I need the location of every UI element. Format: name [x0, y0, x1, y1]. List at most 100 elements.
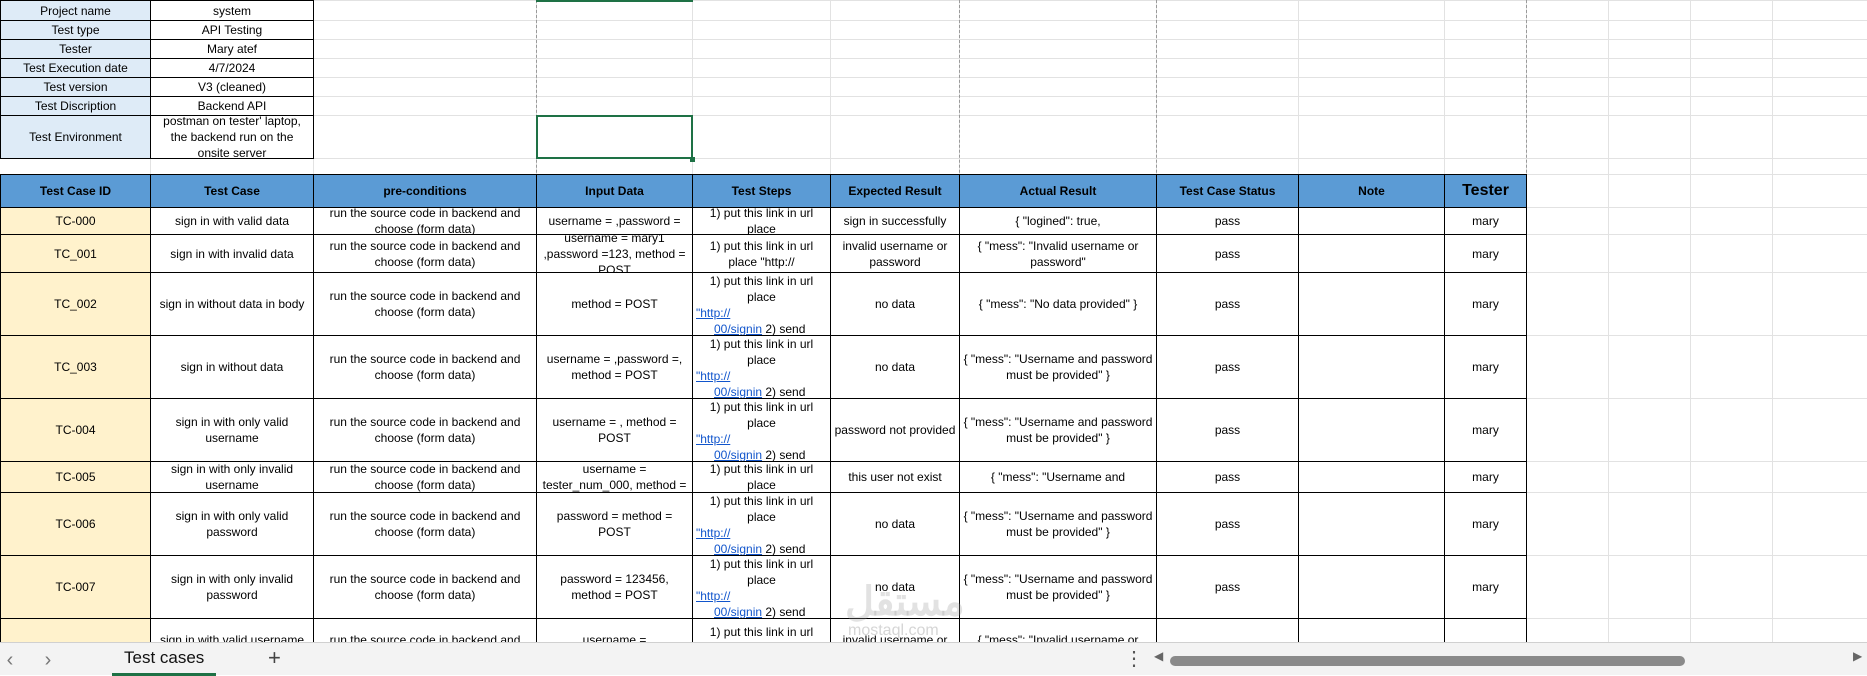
test-case-cell[interactable]: sign in with only valid username	[150, 398, 314, 462]
signin-link-end[interactable]: 00/signin	[714, 542, 762, 555]
note-cell[interactable]	[1298, 234, 1445, 273]
actual-result-cell[interactable]: { "mess": "Username and	[959, 461, 1157, 493]
test-case-id-cell[interactable]: TC-007	[0, 555, 151, 619]
header-test-case[interactable]: Test Case	[150, 174, 314, 208]
pre-conditions-cell[interactable]: run the source code in backend and choos…	[313, 461, 537, 493]
add-sheet-button[interactable]: +	[268, 645, 281, 671]
expected-result-cell[interactable]: no data	[830, 492, 960, 556]
test-case-cell[interactable]: sign in with only valid password	[150, 492, 314, 556]
expected-result-cell[interactable]: invalid username or password	[830, 234, 960, 273]
header-test-case-id[interactable]: Test Case ID	[0, 174, 151, 208]
note-cell[interactable]	[1298, 555, 1445, 619]
input-data-cell[interactable]: username = ,password =	[536, 207, 693, 235]
signin-link[interactable]: "http://	[696, 432, 730, 446]
test-case-id-cell[interactable]: TC_003	[0, 335, 151, 399]
test-steps-cell[interactable]: 1) put this link in url place	[692, 207, 831, 235]
test-case-cell[interactable]: sign in without data in body	[150, 272, 314, 336]
header-tester[interactable]: Tester	[1444, 174, 1527, 208]
expected-result-cell[interactable]: sign in successfully	[830, 207, 960, 235]
pre-conditions-cell[interactable]: run the source code in backend and choos…	[313, 272, 537, 336]
tester-cell[interactable]: mary	[1444, 492, 1527, 556]
status-cell[interactable]: pass	[1156, 555, 1299, 619]
signin-link[interactable]: "http://	[696, 306, 730, 320]
signin-link[interactable]: "http://	[696, 589, 730, 603]
test-case-cell[interactable]: sign in with only invalid password	[150, 555, 314, 619]
actual-result-cell[interactable]: { "logined": true,	[959, 207, 1157, 235]
test-case-cell[interactable]: sign in with invalid data	[150, 234, 314, 273]
input-data-cell[interactable]: username = mary1 ,password =123, method …	[536, 234, 693, 273]
note-cell[interactable]	[1298, 492, 1445, 556]
pre-conditions-cell[interactable]: run the source code in backend and choos…	[313, 398, 537, 462]
expected-result-cell[interactable]: password not provided	[830, 398, 960, 462]
note-cell[interactable]	[1298, 618, 1445, 642]
note-cell[interactable]	[1298, 398, 1445, 462]
status-cell[interactable]: pass	[1156, 492, 1299, 556]
test-steps-cell[interactable]: 1) put this link in url place "http://00/…	[692, 398, 831, 462]
status-cell[interactable]: pass	[1156, 335, 1299, 399]
input-data-cell[interactable]: password = method = POST	[536, 492, 693, 556]
test-steps-cell[interactable]: 1) put this link in url place "http://00/…	[692, 335, 831, 399]
signin-link-end[interactable]: 00/signin	[714, 322, 762, 335]
tester-cell[interactable]: mary	[1444, 555, 1527, 619]
actual-result-cell[interactable]: { "mess": "Invalid username or	[959, 618, 1157, 642]
actual-result-cell[interactable]: { "mess": "No data provided" }	[959, 272, 1157, 336]
test-case-id-cell[interactable]	[0, 618, 151, 642]
input-data-cell[interactable]: password = 123456, method = POST	[536, 555, 693, 619]
input-data-cell[interactable]: username = ,password =, method = POST	[536, 335, 693, 399]
test-steps-cell[interactable]: 1) put this link in url place "http://00/…	[692, 492, 831, 556]
expected-result-cell[interactable]: no data	[830, 335, 960, 399]
test-steps-cell[interactable]: 1) put this link in url place "http://00/…	[692, 272, 831, 336]
input-data-cell[interactable]: username = , method = POST	[536, 398, 693, 462]
expected-result-cell[interactable]: this user not exist	[830, 461, 960, 493]
status-cell[interactable]	[1156, 618, 1299, 642]
test-case-id-cell[interactable]: TC-006	[0, 492, 151, 556]
signin-link-end[interactable]: 00/signin	[714, 448, 762, 461]
tester-cell[interactable]: mary	[1444, 272, 1527, 336]
test-case-id-cell[interactable]: TC-000	[0, 207, 151, 235]
test-case-id-cell[interactable]: TC_002	[0, 272, 151, 336]
actual-result-cell[interactable]: { "mess": "Username and password must be…	[959, 335, 1157, 399]
selected-cell[interactable]	[536, 115, 693, 159]
actual-result-cell[interactable]: { "mess": "Username and password must be…	[959, 398, 1157, 462]
test-case-id-cell[interactable]: TC-005	[0, 461, 151, 493]
expected-result-cell[interactable]: no data	[830, 272, 960, 336]
pre-conditions-cell[interactable]: run the source code in backend and choos…	[313, 492, 537, 556]
tester-cell[interactable]: mary	[1444, 398, 1527, 462]
test-steps-cell[interactable]: 1) put this link in url place "http://00/…	[692, 555, 831, 619]
test-case-cell[interactable]: sign in without data	[150, 335, 314, 399]
header-test-case-status[interactable]: Test Case Status	[1156, 174, 1299, 208]
note-cell[interactable]	[1298, 272, 1445, 336]
status-cell[interactable]: pass	[1156, 398, 1299, 462]
header-test-steps[interactable]: Test Steps	[692, 174, 831, 208]
actual-result-cell[interactable]: { "mess": "Username and password must be…	[959, 492, 1157, 556]
test-steps-cell[interactable]: 1) put this link in url place "http://	[692, 234, 831, 273]
tester-cell[interactable]: mary	[1444, 461, 1527, 493]
test-steps-cell[interactable]: 1) put this link in url place	[692, 461, 831, 493]
test-case-cell[interactable]: sign in with valid data	[150, 207, 314, 235]
pre-conditions-cell[interactable]: run the source code in backend and choos…	[313, 555, 537, 619]
next-sheet-icon[interactable]: ›	[38, 649, 58, 672]
prev-sheet-icon[interactable]: ‹	[0, 649, 20, 672]
more-options-icon[interactable]: ⋮	[1124, 646, 1144, 671]
note-cell[interactable]	[1298, 461, 1445, 493]
test-case-cell[interactable]: sign in with only invalid username	[150, 461, 314, 493]
status-cell[interactable]: pass	[1156, 234, 1299, 273]
header-pre-conditions[interactable]: pre-conditions	[313, 174, 537, 208]
test-case-cell[interactable]: sign in with valid username	[150, 618, 314, 642]
header-note[interactable]: Note	[1298, 174, 1445, 208]
tester-cell[interactable]	[1444, 618, 1527, 642]
pre-conditions-cell[interactable]: run the source code in backend and choos…	[313, 207, 537, 235]
actual-result-cell[interactable]: { "mess": "Invalid username or password"	[959, 234, 1157, 273]
tester-cell[interactable]: mary	[1444, 335, 1527, 399]
input-data-cell[interactable]: username =	[536, 618, 693, 642]
note-cell[interactable]	[1298, 335, 1445, 399]
pre-conditions-cell[interactable]: run the source code in backend and choos…	[313, 234, 537, 273]
test-case-id-cell[interactable]: TC-004	[0, 398, 151, 462]
tester-cell[interactable]: mary	[1444, 207, 1527, 235]
input-data-cell[interactable]: method = POST	[536, 272, 693, 336]
tester-cell[interactable]: mary	[1444, 234, 1527, 273]
scroll-right-icon[interactable]: ▶	[1853, 649, 1862, 663]
signin-link-end[interactable]: 00/signin	[714, 385, 762, 398]
pre-conditions-cell[interactable]: run the source code in backend and choos…	[313, 335, 537, 399]
status-cell[interactable]: pass	[1156, 207, 1299, 235]
